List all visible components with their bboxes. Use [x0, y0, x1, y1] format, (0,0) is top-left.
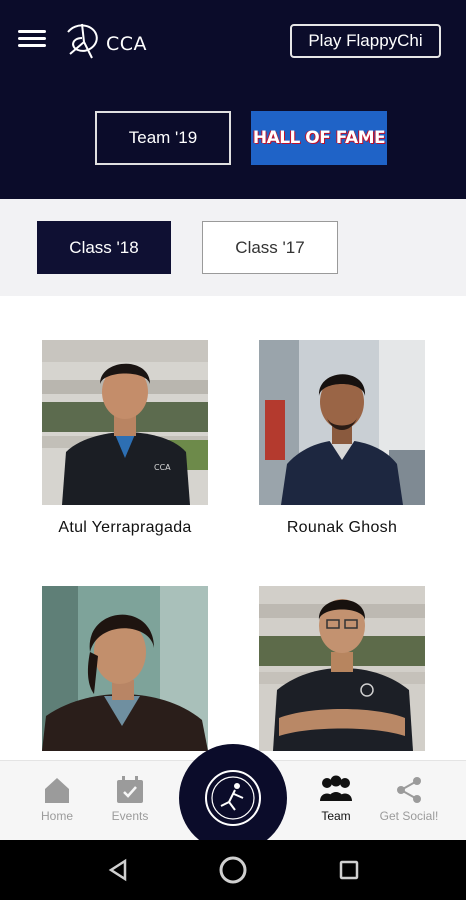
- play-flappychi-button[interactable]: Play FlappyChi: [290, 24, 441, 58]
- menu-icon[interactable]: [18, 28, 48, 50]
- back-icon[interactable]: [100, 852, 136, 888]
- calendar-icon: [117, 776, 143, 803]
- member-photo[interactable]: [42, 586, 208, 751]
- member-name: Atul Yerrapragada: [58, 519, 192, 536]
- svg-text:CCA: CCA: [154, 463, 171, 472]
- nav-get-social[interactable]: Get Social!: [369, 775, 449, 827]
- member-photo[interactable]: [259, 586, 425, 751]
- logo-text: CCA: [106, 33, 148, 55]
- nav-home[interactable]: Home: [17, 775, 97, 827]
- recents-icon[interactable]: [331, 852, 367, 888]
- class-18-tab[interactable]: Class '18: [37, 221, 171, 274]
- nav-team[interactable]: Team: [296, 775, 376, 827]
- nav-events-label: Events: [111, 809, 149, 823]
- class-17-tab[interactable]: Class '17: [202, 221, 338, 274]
- cca-home-button[interactable]: [179, 744, 287, 852]
- share-icon: [397, 777, 421, 803]
- home-circle-icon[interactable]: [215, 852, 251, 888]
- team-icon: [320, 775, 352, 801]
- cca-emblem-icon: [205, 770, 261, 826]
- member-photo[interactable]: [259, 340, 425, 505]
- member-name: Rounak Ghosh: [286, 519, 398, 536]
- hall-of-fame-label: HALL OF FAME: [252, 128, 386, 148]
- team-19-button[interactable]: Team '19: [95, 111, 231, 165]
- nav-team-label: Team: [321, 809, 351, 823]
- member-photo[interactable]: CCA: [42, 340, 208, 505]
- nav-events[interactable]: Events: [90, 775, 170, 827]
- hall-of-fame-button[interactable]: HALL OF FAME: [251, 111, 387, 165]
- nav-home-label: Home: [40, 809, 73, 823]
- nav-get-social-label: Get Social!: [379, 809, 439, 823]
- home-icon: [45, 778, 69, 803]
